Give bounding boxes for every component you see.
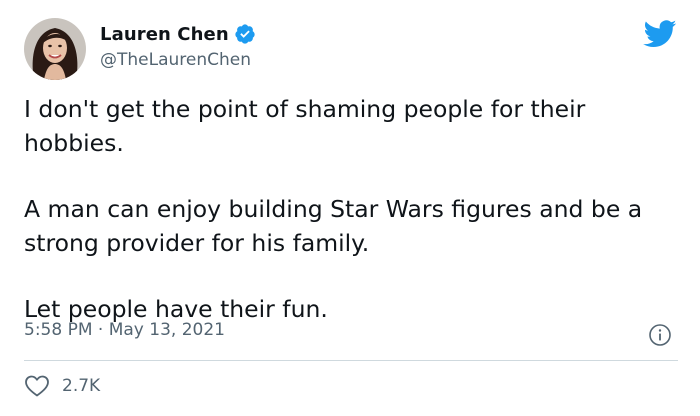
author-name-row[interactable]: Lauren Chen	[100, 22, 256, 46]
author-handle[interactable]: @TheLaurenChen	[100, 50, 251, 70]
profile-photo-icon	[24, 18, 86, 80]
tweet-paragraph: A man can enjoy building Star Wars figur…	[24, 195, 643, 257]
info-icon[interactable]	[648, 323, 672, 347]
tweet-card: Lauren Chen @TheLaurenChen I don't get t…	[0, 0, 700, 416]
twitter-bird-icon[interactable]	[643, 20, 677, 48]
verified-badge-icon	[234, 23, 256, 45]
author-display-name[interactable]: Lauren Chen	[100, 24, 229, 45]
tweet-timestamp[interactable]: 5:58 PM · May 13, 2021	[24, 320, 225, 340]
avatar[interactable]	[24, 18, 86, 80]
heart-icon[interactable]	[24, 374, 50, 398]
divider	[24, 360, 678, 361]
like-count: 2.7K	[62, 376, 101, 396]
tweet-text: I don't get the point of shaming people …	[24, 92, 684, 326]
tweet-paragraph: I don't get the point of shaming people …	[24, 95, 586, 157]
like-action[interactable]: 2.7K	[24, 372, 100, 400]
